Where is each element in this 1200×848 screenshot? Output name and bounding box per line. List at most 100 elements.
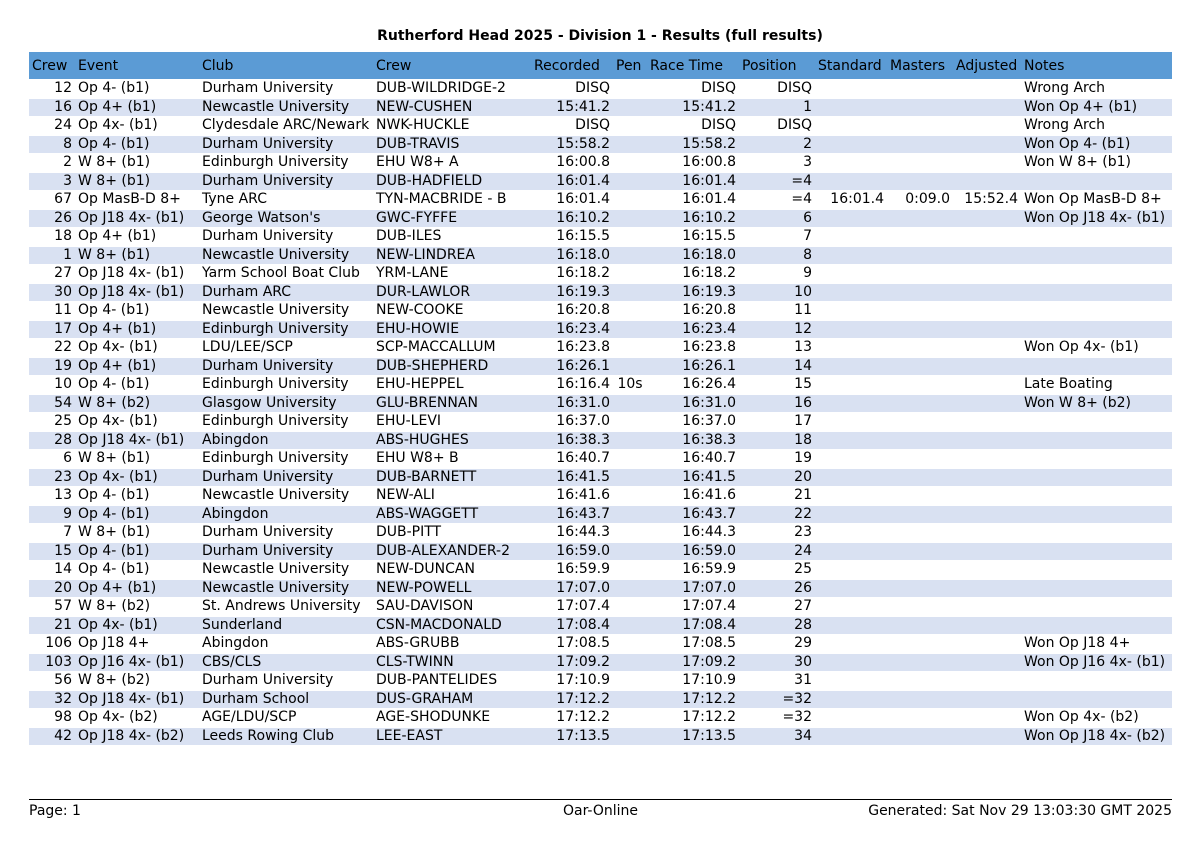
cell-position: 16 [739,393,815,413]
col-header-adjusted[interactable]: Adjusted [953,52,1021,80]
cell-crew-name: ABS-GRUBB [373,634,531,653]
table-row[interactable]: 11 Op 4- (b1) Newcastle University NEW-COOK… [29,301,1172,320]
table-row[interactable]: 15 Op 4- (b1) Durham University DUB-ALEXAND… [29,541,1172,561]
table-row[interactable]: 54 W 8+ (b2) Glasgow University GLU-BRENNAN… [29,393,1172,413]
table-row[interactable]: 28 Op J18 4x- (b1) Abingdon ABS-HUGHES 16:38… [29,430,1172,450]
table-row[interactable]: 14 Op 4- (b1) Newcastle University NEW-DUNC… [29,560,1172,579]
cell-adjusted [953,449,1021,468]
cell-position: 21 [739,486,815,505]
cell-race-time: 16:23.8 [647,338,739,357]
table-row[interactable]: 3W 8+ (b1) Durham University DUB-HADFIELD 1… [29,171,1172,191]
cell-recorded: 17:07.0 [531,578,613,598]
cell-standard [815,708,887,727]
table-row[interactable]: 12 Op 4- (b1) Durham University DUB-WILDRID… [29,79,1172,98]
table-row[interactable]: 56 W 8+ (b2) Durham University DUB-PANTELID… [29,671,1172,690]
col-header-club[interactable]: Club [199,52,373,80]
col-header-penalty[interactable]: Pen [613,52,647,80]
cell-recorded: 16:19.3 [531,282,613,302]
table-row[interactable]: 1W 8+ (b1) Newcastle University NEW-LINDRE… [29,245,1172,265]
col-header-event[interactable]: Event [75,52,199,80]
table-row[interactable]: 98 Op 4x- (b2) AGE/LDU/SCP AGE-SHODUNKE 17:1… [29,708,1172,727]
footer-divider [29,799,1172,800]
cell-standard [815,264,887,283]
cell-club: Durham University [199,227,373,246]
col-header-crew-number[interactable]: Crew [29,52,75,80]
cell-crew-number: 28 [29,430,75,450]
cell-recorded: 16:59.0 [531,541,613,561]
cell-position: 6 [739,208,815,228]
cell-standard [815,504,887,524]
table-row[interactable]: 24 Op 4x- (b1) Clydesdale ARC/Newark NWK-HU… [29,116,1172,135]
col-header-masters[interactable]: Masters [887,52,953,80]
cell-notes: Won W 8+ (b1) [1021,153,1172,172]
table-row[interactable]: 25 Op 4x- (b1) Edinburgh University EHU-LEV… [29,412,1172,431]
cell-club: Durham University [199,356,373,376]
cell-event: Op 4- (b1) [75,301,199,320]
cell-position: 2 [739,134,815,154]
cell-event: Op 4- (b1) [75,504,199,524]
table-row[interactable]: 2W 8+ (b1) Edinburgh University EHU W8+ A1… [29,153,1172,172]
table-row[interactable]: 7W 8+ (b1) Durham University DUB-PITT 16:44… [29,523,1172,542]
table-row[interactable]: 27 Op J18 4x- (b1) Yarm School Boat Club YR… [29,264,1172,283]
table-row[interactable]: 106 Op J18 4+ Abingdon ABS-GRUBB 17:08.5 17:0… [29,634,1172,653]
cell-standard [815,79,887,98]
table-row[interactable]: 8 Op 4- (b1) Durham University DUB-TRAVIS 15… [29,134,1172,154]
cell-masters [887,412,953,431]
table-row[interactable]: 26 Op J18 4x- (b1) George Watson's GWC-FYFF… [29,208,1172,228]
table-row[interactable]: 103 Op J16 4x- (b1) CBS/CLS CLS-TWINN 17:09.… [29,652,1172,672]
cell-event: Op J18 4+ [75,634,199,653]
cell-crew-number: 24 [29,116,75,135]
cell-standard [815,356,887,376]
table-row[interactable]: 16 Op 4+ (b1) Newcastle University NEW-CUSH… [29,97,1172,117]
table-row[interactable]: 6W 8+ (b1) Edinburgh University EHU W8+ B1… [29,449,1172,468]
cell-notes: Won Op J18 4x- (b2) [1021,726,1172,745]
table-row[interactable]: 20 Op 4+ (b1) Newcastle University NEW-POWE… [29,578,1172,598]
cell-masters [887,467,953,487]
cell-position: =4 [739,190,815,209]
cell-crew-number: 2 [29,153,75,172]
col-header-recorded[interactable]: Recorded [531,52,613,80]
cell-position: 17 [739,412,815,431]
cell-race-time: 17:12.2 [647,689,739,709]
table-row[interactable]: 21 Op 4x- (b1) Sunderland CSN-MACDONALD 17:0… [29,615,1172,635]
table-row[interactable]: 30 Op J18 4x- (b1) Durham ARC DUR-LAWLOR 16:… [29,282,1172,302]
table-row[interactable]: 42 Op J18 4x- (b2) Leeds Rowing Club LEE-EA… [29,726,1172,745]
table-row[interactable]: 13 Op 4- (b1) Newcastle University NEW-ALI 1… [29,486,1172,505]
cell-recorded: 17:10.9 [531,671,613,690]
cell-standard [815,634,887,653]
cell-crew-name: DUB-ILES [373,227,531,246]
cell-crew-name: ABS-WAGGETT [373,504,531,524]
cell-recorded: 16:23.8 [531,338,613,357]
cell-adjusted [953,467,1021,487]
table-row[interactable]: 67 Op MasB-D 8+ Tyne ARC TYN-MACBRIDE - B 16… [29,190,1172,209]
col-header-race-time[interactable]: Race Time [647,52,739,80]
cell-notes [1021,578,1172,598]
cell-crew-name: EHU-HEPPEL [373,375,531,394]
table-row[interactable]: 22 Op 4x- (b1) LDU/LEE/SCP SCP-MACCALLUM 16:… [29,338,1172,357]
generated-timestamp: Generated: Sat Nov 29 13:03:30 GMT 2025 [868,803,1172,819]
table-row[interactable]: 32 Op J18 4x- (b1) Durham School DUS-GRAHAM… [29,689,1172,709]
page-title: Rutherford Head 2025 - Division 1 - Resu… [377,28,823,44]
table-row[interactable]: 10 Op 4- (b1) Edinburgh University EHU-HEPP… [29,375,1172,394]
table-row[interactable]: 19 Op 4+ (b1) Durham University DUB-SHEPHER… [29,356,1172,376]
col-header-standard[interactable]: Standard [815,52,887,80]
table-row[interactable]: 17 Op 4+ (b1) Edinburgh University EHU-HOWI… [29,319,1172,339]
cell-event: Op 4- (b1) [75,541,199,561]
table-row[interactable]: 18 Op 4+ (b1) Durham University DUB-ILES 16:… [29,227,1172,246]
table-row[interactable]: 57 W 8+ (b2) St. Andrews University SAU-DAV… [29,597,1172,616]
table-row[interactable]: 23 Op 4x- (b1) Durham University DUB-BARNET… [29,467,1172,487]
col-header-position[interactable]: Position [739,52,815,80]
col-header-notes[interactable]: Notes [1021,52,1172,80]
cell-crew-number: 67 [29,190,75,209]
col-header-crew-name[interactable]: Crew [373,52,531,80]
cell-club: Newcastle University [199,97,373,117]
cell-event: Op J18 4x- (b1) [75,208,199,228]
table-row[interactable]: 9 Op 4- (b1) Abingdon ABS-WAGGETT 16:43.7 16:… [29,504,1172,524]
cell-race-time: 15:58.2 [647,134,739,154]
cell-adjusted [953,689,1021,709]
cell-crew-number: 7 [29,523,75,542]
cell-crew-name: GLU-BRENNAN [373,393,531,413]
cell-crew-name: AGE-SHODUNKE [373,708,531,727]
cell-crew-name: EHU W8+ A [373,153,531,172]
cell-crew-name: NEW-POWELL [373,578,531,598]
